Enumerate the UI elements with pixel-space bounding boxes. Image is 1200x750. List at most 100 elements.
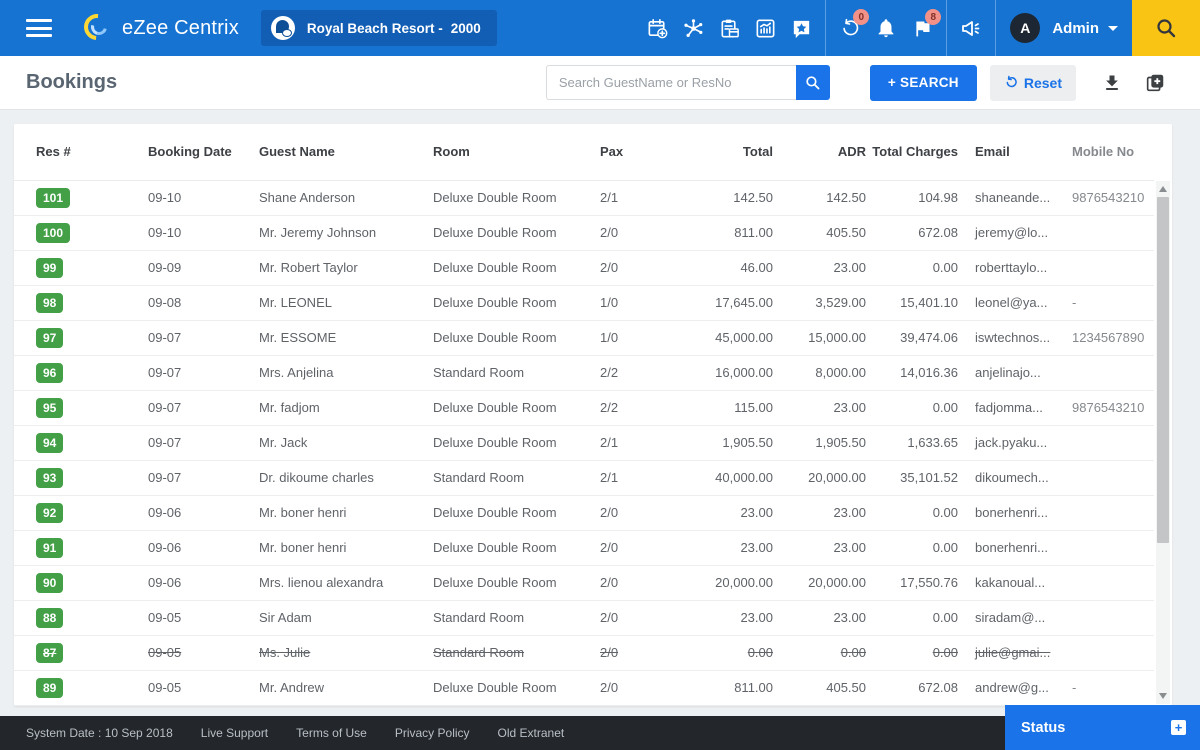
- announcements-megaphone-icon[interactable]: [953, 0, 989, 56]
- res-number-badge[interactable]: 98: [36, 293, 63, 313]
- vertical-scrollbar: [1156, 181, 1170, 704]
- advanced-search-button[interactable]: + SEARCH: [870, 65, 977, 101]
- res-number-badge[interactable]: 101: [36, 188, 70, 208]
- table-row[interactable]: 91 09-06 Mr. boner henri Deluxe Double R…: [14, 530, 1154, 565]
- activity-history-icon[interactable]: 0: [832, 0, 868, 56]
- mobile-cell: [1069, 215, 1154, 250]
- room-cell: Deluxe Double Room: [413, 670, 580, 705]
- booking-date-cell: 09-05: [128, 600, 239, 635]
- res-number-badge[interactable]: 91: [36, 538, 63, 558]
- table-row[interactable]: 87 09-05 Ms. Julie Standard Room 2/0 0.0…: [14, 635, 1154, 670]
- table-row[interactable]: 93 09-07 Dr. dikoume charles Standard Ro…: [14, 460, 1154, 495]
- table-row[interactable]: 92 09-06 Mr. boner henri Deluxe Double R…: [14, 495, 1154, 530]
- table-row[interactable]: 99 09-09 Mr. Robert Taylor Deluxe Double…: [14, 250, 1154, 285]
- table-row[interactable]: 97 09-07 Mr. ESSOME Deluxe Double Room 1…: [14, 320, 1154, 355]
- global-search-button[interactable]: [1132, 0, 1200, 56]
- res-cell: 95: [14, 390, 128, 425]
- reset-icon: [1004, 75, 1019, 90]
- bookings-table-card: Res # Booking Date Guest Name Room Pax T…: [14, 124, 1172, 706]
- email-cell: fadjomma...: [964, 390, 1069, 425]
- adr-cell: 23.00: [779, 530, 872, 565]
- res-number-badge[interactable]: 87: [36, 643, 63, 663]
- res-number-badge[interactable]: 95: [36, 398, 63, 418]
- reset-button[interactable]: Reset: [990, 65, 1076, 101]
- res-number-badge[interactable]: 100: [36, 223, 70, 243]
- calendar-add-icon[interactable]: [639, 0, 675, 56]
- res-number-badge[interactable]: 90: [36, 573, 63, 593]
- clipboard-booking-icon[interactable]: [711, 0, 747, 56]
- scroll-up-arrow-icon[interactable]: [1159, 186, 1167, 192]
- total-cell: 23.00: [634, 495, 779, 530]
- chevron-down-icon: [1108, 26, 1118, 31]
- res-number-badge[interactable]: 89: [36, 678, 63, 698]
- total-charges-cell: 0.00: [872, 530, 964, 565]
- res-number-badge[interactable]: 92: [36, 503, 63, 523]
- mobile-cell: [1069, 355, 1154, 390]
- review-star-icon[interactable]: [783, 0, 819, 56]
- footer-link-privacy[interactable]: Privacy Policy: [395, 726, 470, 740]
- status-panel[interactable]: Status +: [1005, 705, 1200, 750]
- col-header-booking-date: Booking Date: [128, 124, 239, 180]
- pax-cell: 2/1: [580, 460, 634, 495]
- room-cell: Deluxe Double Room: [413, 495, 580, 530]
- pax-cell: 2/0: [580, 635, 634, 670]
- table-row[interactable]: 96 09-07 Mrs. Anjelina Standard Room 2/2…: [14, 355, 1154, 390]
- adr-cell: 405.50: [779, 670, 872, 705]
- pax-cell: 2/2: [580, 355, 634, 390]
- footer-link-terms[interactable]: Terms of Use: [296, 726, 367, 740]
- search-go-button[interactable]: [796, 65, 830, 100]
- table-row[interactable]: 90 09-06 Mrs. lienou alexandra Deluxe Do…: [14, 565, 1154, 600]
- top-navigation-bar: eZee Centrix Royal Beach Resort -2000 0: [0, 0, 1200, 56]
- table-row[interactable]: 100 09-10 Mr. Jeremy Johnson Deluxe Doub…: [14, 215, 1154, 250]
- table-row[interactable]: 98 09-08 Mr. LEONEL Deluxe Double Room 1…: [14, 285, 1154, 320]
- booking-date-cell: 09-07: [128, 355, 239, 390]
- res-number-badge[interactable]: 88: [36, 608, 63, 628]
- booking-date-cell: 09-06: [128, 530, 239, 565]
- scroll-down-arrow-icon[interactable]: [1159, 693, 1167, 699]
- hamburger-menu-icon[interactable]: [26, 19, 52, 37]
- search-icon: [1154, 16, 1178, 40]
- footer-link-live-support[interactable]: Live Support: [201, 726, 268, 740]
- table-row[interactable]: 88 09-05 Sir Adam Standard Room 2/0 23.0…: [14, 600, 1154, 635]
- guest-name-cell: Mr. Robert Taylor: [239, 250, 413, 285]
- total-cell: 811.00: [634, 670, 779, 705]
- total-charges-cell: 39,474.06: [872, 320, 964, 355]
- property-selector[interactable]: Royal Beach Resort -2000: [261, 10, 497, 46]
- table-row[interactable]: 95 09-07 Mr. fadjom Deluxe Double Room 2…: [14, 390, 1154, 425]
- divider: [946, 0, 947, 56]
- guest-name-cell: Mrs. lienou alexandra: [239, 565, 413, 600]
- avatar: A: [1010, 13, 1040, 43]
- footer-link-old-extranet[interactable]: Old Extranet: [498, 726, 565, 740]
- status-expand-icon[interactable]: +: [1171, 720, 1186, 735]
- total-cell: 0.00: [634, 635, 779, 670]
- res-number-badge[interactable]: 93: [36, 468, 63, 488]
- mobile-cell: [1069, 565, 1154, 600]
- mobile-cell: [1069, 460, 1154, 495]
- pax-cell: 2/0: [580, 495, 634, 530]
- download-button[interactable]: [1102, 73, 1122, 93]
- res-number-badge[interactable]: 97: [36, 328, 63, 348]
- guest-name-cell: Mr. LEONEL: [239, 285, 413, 320]
- flag-icon[interactable]: 8: [904, 0, 940, 56]
- scrollbar-thumb[interactable]: [1157, 197, 1169, 543]
- mobile-cell: [1069, 635, 1154, 670]
- mobile-cell: -: [1069, 670, 1154, 705]
- channel-network-icon[interactable]: [675, 0, 711, 56]
- notifications-bell-icon[interactable]: [868, 0, 904, 56]
- report-chart-icon[interactable]: [747, 0, 783, 56]
- property-logo-icon: [271, 16, 295, 40]
- search-input[interactable]: [546, 65, 796, 100]
- room-cell: Deluxe Double Room: [413, 565, 580, 600]
- table-row[interactable]: 89 09-05 Mr. Andrew Deluxe Double Room 2…: [14, 670, 1154, 705]
- total-charges-cell: 0.00: [872, 635, 964, 670]
- res-number-badge[interactable]: 96: [36, 363, 63, 383]
- res-number-badge[interactable]: 99: [36, 258, 63, 278]
- user-menu[interactable]: A Admin: [1010, 13, 1118, 43]
- brand: eZee Centrix: [84, 13, 239, 43]
- res-number-badge[interactable]: 94: [36, 433, 63, 453]
- table-row[interactable]: 101 09-10 Shane Anderson Deluxe Double R…: [14, 180, 1154, 215]
- table-row[interactable]: 94 09-07 Mr. Jack Deluxe Double Room 2/1…: [14, 425, 1154, 460]
- mobile-cell: [1069, 250, 1154, 285]
- copy-add-button[interactable]: [1144, 72, 1166, 94]
- email-cell: jack.pyaku...: [964, 425, 1069, 460]
